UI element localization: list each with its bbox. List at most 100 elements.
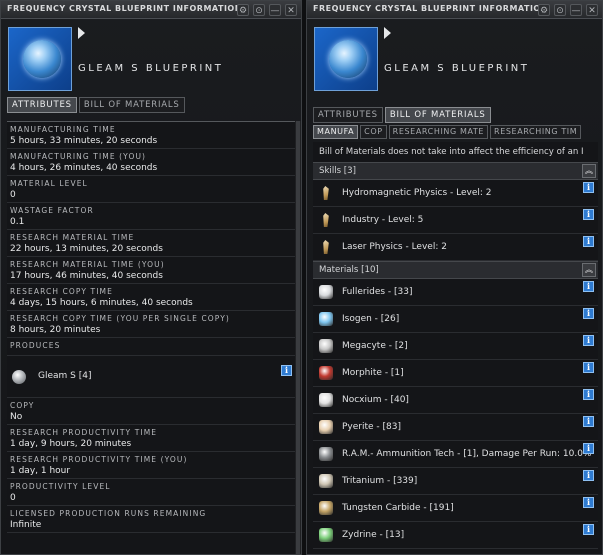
material-row[interactable]: Isogen - [26] i — [313, 306, 598, 333]
skills-header-label: Skills [3] — [319, 166, 356, 176]
attributes-panel: MANUFACTURING TIME 5 hours, 33 minutes, … — [7, 121, 295, 554]
attribute-value: 4 hours, 26 minutes, 40 seconds — [10, 163, 158, 173]
window-title: FREQUENCY CRYSTAL BLUEPRINT INFORMATION — [313, 4, 548, 13]
attribute-value: 17 hours, 46 minutes, 40 seconds — [10, 271, 163, 281]
info-icon[interactable]: i — [583, 281, 594, 292]
materials-section-header[interactable]: Materials [10] ︽ — [313, 261, 598, 279]
material-row[interactable]: Nocxium - [40] i — [313, 387, 598, 414]
blueprint-icon[interactable] — [314, 27, 378, 91]
tab-attributes[interactable]: ATTRIBUTES — [313, 107, 383, 123]
pin-icon[interactable]: ⊙ — [253, 4, 265, 16]
material-row[interactable]: Megacyte - [2] i — [313, 333, 598, 360]
info-icon[interactable]: i — [583, 362, 594, 373]
collapse-icon[interactable]: ︽ — [582, 263, 596, 277]
window-titlebar[interactable]: FREQUENCY CRYSTAL BLUEPRINT INFORMATION … — [1, 1, 301, 19]
attribute-label: WASTAGE FACTOR — [10, 206, 94, 215]
material-row[interactable]: Zydrine - [13] i — [313, 522, 598, 549]
material-row[interactable]: R.A.M.- Ammunition Tech - [1], Damage Pe… — [313, 441, 598, 468]
skill-name: Industry - Level: 5 — [342, 215, 424, 225]
scrollbar[interactable] — [295, 121, 301, 554]
material-row[interactable]: Tungsten Carbide - [191] i — [313, 495, 598, 522]
tab-bill-of-materials[interactable]: BILL OF MATERIALS — [78, 97, 185, 113]
attribute-value: 0.1 — [10, 217, 25, 227]
minimize-icon[interactable]: — — [570, 4, 582, 16]
info-icon[interactable]: i — [583, 524, 594, 535]
material-name: Tungsten Carbide - [191] — [342, 503, 454, 513]
attribute-row: RESEARCH PRODUCTIVITY TIME (YOU) 1 day, … — [7, 452, 295, 479]
bill-of-materials-panel: Bill of Materials does not take into aff… — [313, 142, 598, 554]
material-row[interactable]: Morphite - [1] i — [313, 360, 598, 387]
material-name: R.A.M.- Ammunition Tech - [1], Damage Pe… — [342, 449, 592, 459]
skill-row[interactable]: Industry - Level: 5 i — [313, 207, 598, 234]
attribute-value: 0 — [10, 493, 16, 503]
info-icon[interactable]: i — [281, 365, 292, 376]
scrollbar-thumb[interactable] — [296, 121, 300, 554]
skill-row[interactable]: Laser Physics - Level: 2 i — [313, 234, 598, 261]
attribute-row: MATERIAL LEVEL 0 — [7, 176, 295, 203]
info-icon[interactable]: i — [583, 416, 594, 427]
material-row[interactable]: Tritanium - [339] i — [313, 468, 598, 495]
tab-bill-of-materials[interactable]: BILL OF MATERIALS — [384, 107, 491, 123]
blueprint-icon[interactable] — [8, 27, 72, 91]
attribute-value: 4 days, 15 hours, 6 minutes, 40 seconds — [10, 298, 193, 308]
morphite-icon — [319, 366, 333, 380]
close-icon[interactable]: ✕ — [285, 4, 297, 16]
play-arrow-icon[interactable] — [78, 27, 85, 39]
close-icon[interactable]: ✕ — [586, 4, 598, 16]
isogen-icon — [319, 312, 333, 326]
play-arrow-icon[interactable] — [384, 27, 391, 39]
attribute-row: RESEARCH COPY TIME 4 days, 15 hours, 6 m… — [7, 284, 295, 311]
subtab-bar: MANUFA COP RESEARCHING MATE RESEARCHING … — [313, 125, 596, 141]
info-icon[interactable]: i — [583, 389, 594, 400]
material-row[interactable]: Fullerides - [33] i — [313, 279, 598, 306]
attribute-row: RESEARCH MATERIAL TIME 22 hours, 13 minu… — [7, 230, 295, 257]
settings-icon[interactable]: ⚙ — [237, 4, 249, 16]
produces-item-row[interactable]: Gleam S [4] i — [7, 356, 295, 398]
attribute-value: 1 day, 1 hour — [10, 466, 71, 476]
info-icon[interactable]: i — [583, 182, 594, 193]
collapse-icon[interactable]: ︽ — [582, 164, 596, 178]
materials-header-label: Materials [10] — [319, 265, 379, 275]
window-titlebar[interactable]: FREQUENCY CRYSTAL BLUEPRINT INFORMATION … — [307, 1, 602, 19]
material-name: Tritanium - [339] — [342, 476, 418, 486]
attribute-row: PRODUCTIVITY LEVEL 0 — [7, 479, 295, 506]
material-row[interactable]: Pyerite - [83] i — [313, 414, 598, 441]
subtab-researching-time[interactable]: RESEARCHING TIM — [490, 125, 582, 139]
info-icon[interactable]: i — [583, 335, 594, 346]
skill-row[interactable]: Hydromagnetic Physics - Level: 2 i — [313, 180, 598, 207]
skill-book-icon — [323, 240, 329, 254]
attribute-row: WASTAGE FACTOR 0.1 — [7, 203, 295, 230]
tritanium-icon — [319, 474, 333, 488]
info-icon[interactable]: i — [583, 470, 594, 481]
attribute-value: Infinite — [10, 520, 42, 530]
nocxium-icon — [319, 393, 333, 407]
skills-section-header[interactable]: Skills [3] ︽ — [313, 162, 598, 180]
subtab-researching-material[interactable]: RESEARCHING MATE — [388, 125, 489, 139]
info-icon[interactable]: i — [583, 443, 594, 454]
subtab-copying[interactable]: COP — [360, 125, 387, 139]
settings-icon[interactable]: ⚙ — [538, 4, 550, 16]
attribute-row: LICENSED PRODUCTION RUNS REMAINING Infin… — [7, 506, 295, 533]
info-icon[interactable]: i — [583, 236, 594, 247]
info-icon[interactable]: i — [583, 209, 594, 220]
attribute-value: 22 hours, 13 minutes, 20 seconds — [10, 244, 163, 254]
produces-item-name: Gleam S [4] — [38, 371, 92, 381]
info-icon[interactable]: i — [583, 308, 594, 319]
minimize-icon[interactable]: — — [269, 4, 281, 16]
attribute-label: RESEARCH MATERIAL TIME (YOU) — [10, 260, 165, 269]
attribute-row: MANUFACTURING TIME (YOU) 4 hours, 26 min… — [7, 149, 295, 176]
attribute-label: RESEARCH MATERIAL TIME — [10, 233, 135, 242]
tab-attributes[interactable]: ATTRIBUTES — [7, 97, 77, 113]
attribute-value: No — [10, 412, 23, 422]
skill-name: Laser Physics - Level: 2 — [342, 242, 447, 252]
attribute-label: MANUFACTURING TIME (YOU) — [10, 152, 147, 161]
blueprint-info-window-left: FREQUENCY CRYSTAL BLUEPRINT INFORMATION … — [0, 0, 302, 555]
attribute-label: RESEARCH PRODUCTIVITY TIME (YOU) — [10, 455, 188, 464]
info-icon[interactable]: i — [583, 497, 594, 508]
attribute-label: RESEARCH COPY TIME (YOU PER SINGLE COPY) — [10, 314, 230, 323]
subtab-manufacturing[interactable]: MANUFA — [313, 125, 359, 139]
skill-name: Hydromagnetic Physics - Level: 2 — [342, 188, 492, 198]
attribute-row: RESEARCH MATERIAL TIME (YOU) 17 hours, 4… — [7, 257, 295, 284]
material-name: Pyerite - [83] — [342, 422, 402, 432]
pin-icon[interactable]: ⊙ — [554, 4, 566, 16]
